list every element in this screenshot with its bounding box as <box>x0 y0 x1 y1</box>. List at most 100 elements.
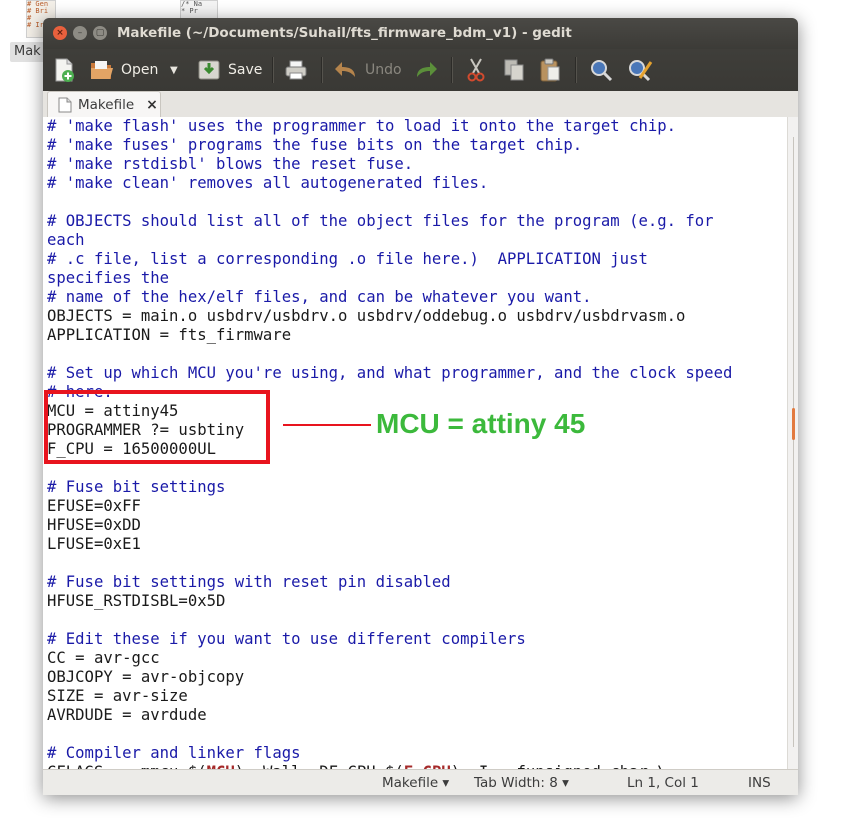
code-line-text: CC = avr-gcc <box>47 649 160 667</box>
redo-icon <box>417 62 437 77</box>
code-line: AVRDUDE = avrdude <box>47 706 732 725</box>
code-line: # OBJECTS should list all of the object … <box>47 212 732 231</box>
code-line-text: # Set up which MCU you're using, and wha… <box>47 364 733 382</box>
new-document-icon <box>55 58 74 82</box>
open-button[interactable]: Open <box>89 55 158 85</box>
code-line-text: # Fuse bit settings <box>47 478 226 496</box>
vertical-scrollbar[interactable] <box>787 117 798 769</box>
cursor-position: Ln 1, Col 1 <box>627 775 699 791</box>
find-replace-button[interactable] <box>627 55 653 85</box>
print-button[interactable] <box>284 55 308 85</box>
code-line-text: # Edit these if you want to use differen… <box>47 630 526 648</box>
code-line: EFUSE=0xFF <box>47 497 732 516</box>
document-icon <box>58 97 72 113</box>
code-line-text: # 'make flash' uses the programmer to lo… <box>47 117 677 135</box>
cut-button[interactable] <box>465 55 487 85</box>
code-line-text: specifies the <box>47 269 170 287</box>
toolbar-separator <box>575 57 577 83</box>
code-line-text: SIZE = avr-size <box>47 687 188 705</box>
code-line-text: APPLICATION = fts_firmware <box>47 326 292 344</box>
copy-icon <box>504 59 524 81</box>
scissors-icon <box>467 58 485 82</box>
open-recent-dropdown[interactable]: ▼ <box>170 55 178 85</box>
code-line: SIZE = avr-size <box>47 687 732 706</box>
code-line-text: # 'make fuses' programs the fuse bits on… <box>47 136 583 154</box>
open-label: Open <box>121 62 159 78</box>
code-line: # 'make fuses' programs the fuse bits on… <box>47 136 732 155</box>
code-line-text: # Fuse bit settings with reset pin disab… <box>47 573 451 591</box>
search-icon <box>591 60 613 82</box>
code-line-text: each <box>47 231 85 249</box>
window-title: Makefile (~/Documents/Suhail/fts_firmwar… <box>117 25 572 41</box>
status-bar: Makefile ▾ Tab Width: 8 ▾ Ln 1, Col 1 IN… <box>43 769 798 795</box>
tab-strip: Makefile × <box>43 91 798 118</box>
new-document-button[interactable] <box>53 55 75 85</box>
code-line: # Compiler and linker flags <box>47 744 732 763</box>
copy-button[interactable] <box>503 55 525 85</box>
toolbar-separator <box>451 57 453 83</box>
code-line-text: # name of the hex/elf files, and can be … <box>47 288 592 306</box>
window-maximize-button[interactable]: ▢ <box>93 26 107 40</box>
code-line: # 'make clean' removes all autogenerated… <box>47 174 732 193</box>
tab-makefile[interactable]: Makefile × <box>47 91 161 118</box>
code-line-text: AVRDUDE = avrdude <box>47 706 207 724</box>
code-line-text: EFUSE=0xFF <box>47 497 141 515</box>
code-line: # Edit these if you want to use differen… <box>47 630 732 649</box>
save-button[interactable]: Save <box>196 55 262 85</box>
tab-width-selector[interactable]: Tab Width: 8 ▾ <box>474 770 569 795</box>
code-line: each <box>47 231 732 250</box>
desktop-snippet-line: * Pr <box>181 7 198 15</box>
language-selector[interactable]: Makefile ▾ <box>382 770 449 795</box>
find-button[interactable] <box>589 55 613 85</box>
scroll-thumb[interactable] <box>792 408 795 440</box>
undo-icon <box>335 62 355 77</box>
highlight-box <box>44 390 270 464</box>
find-replace-icon <box>629 60 653 82</box>
code-line: # Fuse bit settings <box>47 478 732 497</box>
code-line: OBJECTS = main.o usbdrv/usbdrv.o usbdrv/… <box>47 307 732 326</box>
code-line-text: # 'make clean' removes all autogenerated… <box>47 174 489 192</box>
code-line-text: # Compiler and linker flags <box>47 744 301 762</box>
annotation-label: MCU = attiny 45 <box>376 408 586 439</box>
undo-button[interactable]: Undo <box>333 55 402 85</box>
code-line: APPLICATION = fts_firmware <box>47 326 732 345</box>
code-line-text: LFUSE=0xE1 <box>47 535 141 553</box>
desktop-snippet-line: # Bri <box>27 7 49 15</box>
tab-label: Makefile <box>78 97 135 113</box>
code-line-text: OBJCOPY = avr-objcopy <box>47 668 245 686</box>
code-line: CC = avr-gcc <box>47 649 732 668</box>
desktop-file-label[interactable]: Mak <box>10 42 45 62</box>
title-bar[interactable]: × – ▢ Makefile (~/Documents/Suhail/fts_f… <box>43 18 798 49</box>
code-line: # name of the hex/elf files, and can be … <box>47 288 732 307</box>
code-line: HFUSE_RSTDISBL=0x5D <box>47 592 732 611</box>
code-line-text: # .c file, list a corresponding .o file … <box>47 250 648 268</box>
scroll-track[interactable] <box>793 137 794 747</box>
printer-icon <box>285 60 307 80</box>
code-line: OBJCOPY = avr-objcopy <box>47 668 732 687</box>
paste-button[interactable] <box>539 55 561 85</box>
undo-label: Undo <box>365 62 402 78</box>
save-icon <box>198 60 220 80</box>
tab-close-icon[interactable]: × <box>146 97 158 113</box>
code-line: # Fuse bit settings with reset pin disab… <box>47 573 732 592</box>
code-line: HFUSE=0xDD <box>47 516 732 535</box>
code-line-text: HFUSE_RSTDISBL=0x5D <box>47 592 226 610</box>
toolbar: Open ▼ Save Undo <box>43 49 798 92</box>
window-minimize-button[interactable]: – <box>73 26 87 40</box>
toolbar-separator <box>272 57 274 83</box>
toolbar-separator <box>321 57 323 83</box>
code-line-text: OBJECTS = main.o usbdrv/usbdrv.o usbdrv/… <box>47 307 686 325</box>
code-line: LFUSE=0xE1 <box>47 535 732 554</box>
chevron-down-icon: ▼ <box>170 64 178 76</box>
folder-open-icon <box>91 61 113 79</box>
code-line: # 'make flash' uses the programmer to lo… <box>47 117 732 136</box>
insert-mode: INS <box>748 775 771 791</box>
window-close-button[interactable]: × <box>53 26 67 40</box>
code-line-text: HFUSE=0xDD <box>47 516 141 534</box>
clipboard-icon <box>540 58 560 82</box>
code-line: # 'make rstdisbl' blows the reset fuse. <box>47 155 732 174</box>
redo-button[interactable] <box>413 55 439 85</box>
annotation-line <box>283 424 371 426</box>
